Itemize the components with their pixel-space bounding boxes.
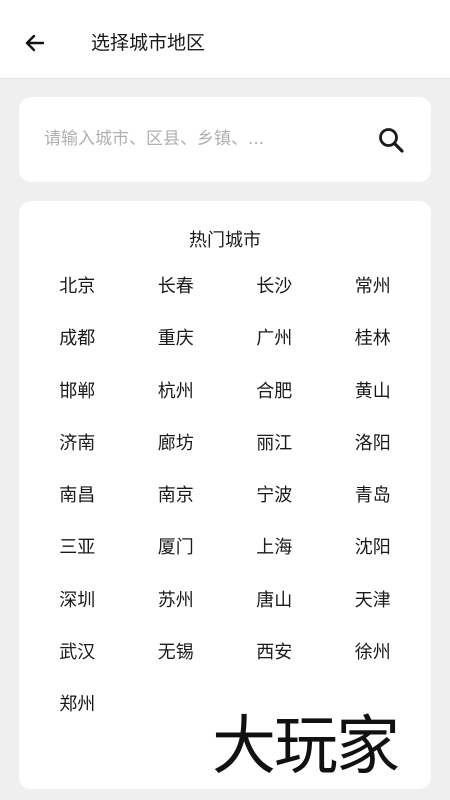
search-card [19, 97, 431, 182]
page-title: 选择城市地区 [91, 32, 206, 54]
watermark-logo: 大玩家 [212, 710, 400, 784]
city-item[interactable]: 徐州 [324, 641, 423, 693]
city-item[interactable]: 合肥 [225, 380, 324, 432]
city-item[interactable]: 厦门 [127, 536, 226, 588]
city-item[interactable]: 桂林 [324, 327, 423, 379]
search-button[interactable] [371, 120, 411, 160]
city-item[interactable]: 常州 [324, 275, 423, 327]
city-item[interactable]: 沈阳 [324, 536, 423, 588]
city-item[interactable]: 武汉 [28, 641, 127, 693]
city-item[interactable]: 邯郸 [28, 380, 127, 432]
city-item[interactable]: 廊坊 [127, 432, 226, 484]
city-item[interactable]: 三亚 [28, 536, 127, 588]
city-item[interactable]: 西安 [225, 641, 324, 693]
city-item[interactable]: 黄山 [324, 380, 423, 432]
city-item[interactable]: 苏州 [127, 589, 226, 641]
top-app-bar: 选择城市地区 [0, 0, 450, 79]
city-item[interactable]: 深圳 [28, 589, 127, 641]
city-item[interactable]: 长沙 [225, 275, 324, 327]
city-item[interactable]: 宁波 [225, 484, 324, 536]
city-item[interactable]: 郑州 [28, 693, 127, 745]
city-grid: 北京 长春 长沙 常州成都 重庆 广州 桂林邯郸 杭州 合肥 黄山济南 廊坊 丽江 洛阳南昌 南京 宁波 青岛… [28, 275, 422, 746]
hot-cities-card: 热门城市 北京 长春 长沙 常州成都 重庆 广州 桂林邯郸 杭州 合肥 黄山济南 廊坊 丽江 洛阳南昌南… [19, 201, 431, 789]
city-item[interactable]: 广州 [225, 327, 324, 379]
city-item[interactable]: 南京 [127, 484, 226, 536]
search-input[interactable] [44, 126, 344, 152]
city-item[interactable]: 北京 [28, 275, 127, 327]
city-item[interactable]: 济南 [28, 432, 127, 484]
city-item[interactable]: 南昌 [28, 484, 127, 536]
hot-cities-title: 热门城市 [189, 230, 261, 251]
city-item[interactable]: 唐山 [225, 589, 324, 641]
city-item[interactable]: 上海 [225, 536, 324, 588]
city-item[interactable]: 天津 [324, 589, 423, 641]
city-item[interactable]: 洛阳 [324, 432, 423, 484]
city-item[interactable]: 长春 [127, 275, 226, 327]
back-button[interactable] [18, 26, 52, 60]
city-item[interactable]: 重庆 [127, 327, 226, 379]
city-item[interactable]: 无锡 [127, 641, 226, 693]
search-icon [379, 128, 404, 153]
arrow-left-icon [25, 34, 45, 52]
city-item[interactable]: 青岛 [324, 484, 423, 536]
city-item[interactable]: 成都 [28, 327, 127, 379]
city-item[interactable]: 杭州 [127, 380, 226, 432]
city-item[interactable]: 丽江 [225, 432, 324, 484]
